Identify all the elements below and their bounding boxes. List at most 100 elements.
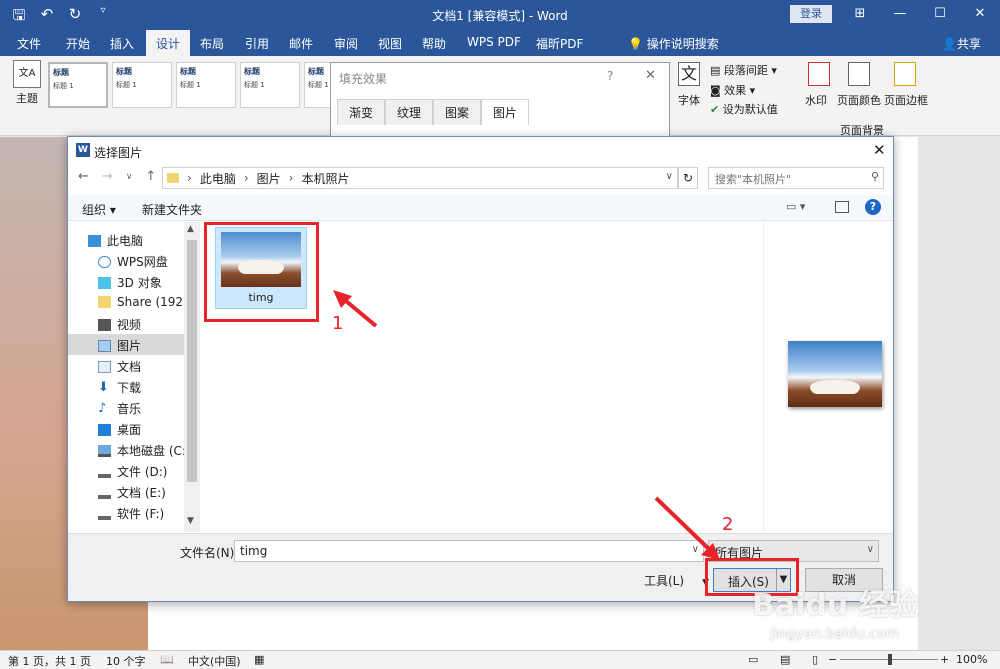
login-button[interactable]: 登录 — [790, 5, 832, 23]
file-name-input[interactable]: timg ∨ — [234, 540, 704, 562]
web-layout-icon[interactable]: ▯ — [812, 653, 818, 666]
tab-view[interactable]: 视图 — [378, 35, 402, 52]
nav-item-share[interactable]: Share (192.168 — [98, 295, 194, 309]
page-border-button[interactable]: 页面边框 — [884, 92, 928, 108]
breadcrumb-pictures[interactable]: 图片 — [257, 170, 281, 187]
breadcrumb-separator-icon: › — [243, 171, 249, 185]
word-count[interactable]: 10 个字 — [106, 653, 146, 669]
style-set-item[interactable]: 标题 标题 1 — [48, 62, 108, 108]
nav-item-drive-d[interactable]: 文件 (D:) — [98, 463, 194, 480]
dialog-close-button[interactable]: ✕ — [873, 141, 886, 159]
nav-label: 3D 对象 — [117, 276, 162, 290]
zoom-level[interactable]: 100% — [956, 653, 987, 666]
print-layout-icon[interactable]: ▤ — [780, 653, 790, 666]
language[interactable]: 中文(中国) — [188, 653, 241, 669]
themes-icon: 文A — [13, 60, 41, 88]
back-arrow-icon[interactable]: ← — [78, 169, 89, 184]
zoom-out-icon[interactable]: − — [828, 653, 837, 666]
page-color-button[interactable]: 页面颜色 — [837, 92, 881, 108]
scroll-up-icon[interactable]: ▲ — [187, 224, 194, 234]
tab-wps-pdf[interactable]: WPS PDF — [467, 35, 521, 49]
nav-item-drive-c[interactable]: 本地磁盘 (C:) — [98, 442, 194, 459]
tab-references[interactable]: 引用 — [245, 35, 269, 52]
style-set-item[interactable]: 标题 标题 1 — [176, 62, 236, 108]
macro-icon[interactable]: ▦ — [254, 653, 264, 666]
nav-scrollbar[interactable]: ▲ ▼ — [184, 222, 200, 532]
nav-item-pictures[interactable]: 图片 — [98, 337, 194, 354]
title-bar: 🖫 ↶ ↻ ▿ 文档1 [兼容模式] - Word 登录 ⊞ — ☐ ✕ — [0, 0, 1000, 30]
nav-item-music[interactable]: ♪ 音乐 — [98, 400, 194, 417]
style-set-gallery: 标题 标题 1 标题 标题 1 标题 标题 1 标题 标题 1 标题 标题 1 — [48, 62, 364, 108]
navigation-pane: 此电脑 WPS网盘 3D 对象 Share (192.168 视频 图片 文档 … — [68, 222, 200, 532]
nav-item-desktop[interactable]: 桌面 — [98, 421, 194, 438]
address-bar[interactable]: › 此电脑 › 图片 › 本机照片 ∨ — [162, 167, 678, 189]
drive-icon — [98, 512, 111, 520]
nav-item-drive-e[interactable]: 文档 (E:) — [98, 484, 194, 501]
tell-me-search[interactable]: 💡 操作说明搜索 — [628, 35, 719, 52]
desktop-icon — [98, 423, 111, 436]
nav-item-3d-objects[interactable]: 3D 对象 — [98, 274, 194, 291]
minimize-button[interactable]: — — [880, 0, 920, 30]
zoom-slider-thumb[interactable] — [888, 654, 892, 665]
breadcrumb-this-pc[interactable]: 此电脑 — [200, 170, 236, 187]
style-set-item[interactable]: 标题 标题 1 — [112, 62, 172, 108]
nav-item-downloads[interactable]: ⬇ 下载 — [98, 379, 194, 396]
scrollbar-thumb[interactable] — [187, 240, 197, 482]
new-folder-button[interactable]: 新建文件夹 — [142, 201, 202, 218]
fill-dialog-help[interactable]: ? — [607, 69, 613, 83]
recent-dropdown-icon[interactable]: ∨ — [126, 169, 133, 184]
close-window-button[interactable]: ✕ — [960, 0, 1000, 30]
paragraph-spacing-button[interactable]: ▤ 段落间距 ▾ — [710, 62, 777, 78]
nav-label: 下载 — [117, 381, 142, 395]
watermark-button[interactable]: 水印 — [805, 92, 827, 108]
fill-dialog-close[interactable]: ✕ — [645, 68, 656, 83]
breadcrumb-local-photos[interactable]: 本机照片 — [301, 170, 349, 187]
help-icon[interactable]: ? — [865, 199, 881, 215]
tab-home[interactable]: 开始 — [66, 35, 90, 52]
nav-item-documents[interactable]: 文档 — [98, 358, 194, 375]
tab-insert[interactable]: 插入 — [110, 35, 134, 52]
fill-tab-gradient[interactable]: 渐变 — [337, 99, 386, 125]
effects-button[interactable]: ◙ 效果 ▾ — [710, 82, 755, 98]
fill-tab-pattern[interactable]: 图案 — [433, 99, 482, 125]
tools-button[interactable]: 工具(L) ▼ — [644, 572, 709, 589]
forward-arrow-icon[interactable]: → — [102, 169, 113, 184]
fonts-button[interactable]: 字体 — [678, 92, 700, 108]
chevron-down-icon[interactable]: ∨ — [867, 544, 874, 555]
scroll-down-icon[interactable]: ▼ — [187, 516, 194, 526]
read-mode-icon[interactable]: ▭ — [748, 653, 758, 666]
ribbon-display-icon[interactable]: ⊞ — [840, 0, 880, 30]
fill-tab-picture[interactable]: 图片 — [481, 99, 530, 125]
tab-layout[interactable]: 布局 — [200, 35, 224, 52]
chevron-down-icon[interactable]: ∨ — [692, 544, 699, 555]
tab-file[interactable]: 文件 — [17, 35, 41, 52]
proofing-icon[interactable]: 📖 — [160, 653, 174, 666]
style-set-item[interactable]: 标题 标题 1 — [240, 62, 300, 108]
nav-item-wps-cloud[interactable]: WPS网盘 — [98, 253, 194, 270]
share-label: 共享 — [956, 37, 981, 51]
tab-help[interactable]: 帮助 — [422, 35, 446, 52]
themes-button[interactable]: 文A 主题 — [10, 60, 44, 106]
tab-design[interactable]: 设计 — [146, 30, 191, 56]
share-button[interactable]: 👤共享 — [942, 35, 981, 52]
tab-review[interactable]: 审阅 — [334, 35, 358, 52]
set-default-button[interactable]: ✔ 设为默认值 — [710, 101, 778, 117]
chevron-down-icon[interactable]: ∨ — [666, 171, 673, 182]
nav-item-drive-f[interactable]: 软件 (F:) — [98, 505, 194, 522]
preview-pane-icon[interactable] — [835, 201, 849, 213]
page-count[interactable]: 第 1 页，共 1 页 — [8, 653, 91, 669]
nav-item-videos[interactable]: 视频 — [98, 316, 194, 333]
tab-mailings[interactable]: 邮件 — [289, 35, 313, 52]
refresh-icon[interactable]: ↻ — [678, 167, 698, 189]
view-options-icon[interactable]: ▭ ▾ — [786, 200, 805, 213]
pictures-icon — [98, 339, 111, 352]
fill-tab-texture[interactable]: 纹理 — [385, 99, 434, 125]
watermark-icon — [808, 62, 830, 86]
nav-item-this-pc[interactable]: 此电脑 — [88, 232, 184, 249]
tab-foxit-pdf[interactable]: 福昕PDF — [536, 35, 583, 52]
up-arrow-icon[interactable]: ↑ — [145, 169, 156, 184]
search-input[interactable]: 搜索"本机照片" ⚲ — [708, 167, 884, 189]
maximize-button[interactable]: ☐ — [920, 0, 960, 30]
zoom-in-icon[interactable]: + — [940, 653, 949, 666]
organize-button[interactable]: 组织 ▾ — [82, 201, 116, 218]
